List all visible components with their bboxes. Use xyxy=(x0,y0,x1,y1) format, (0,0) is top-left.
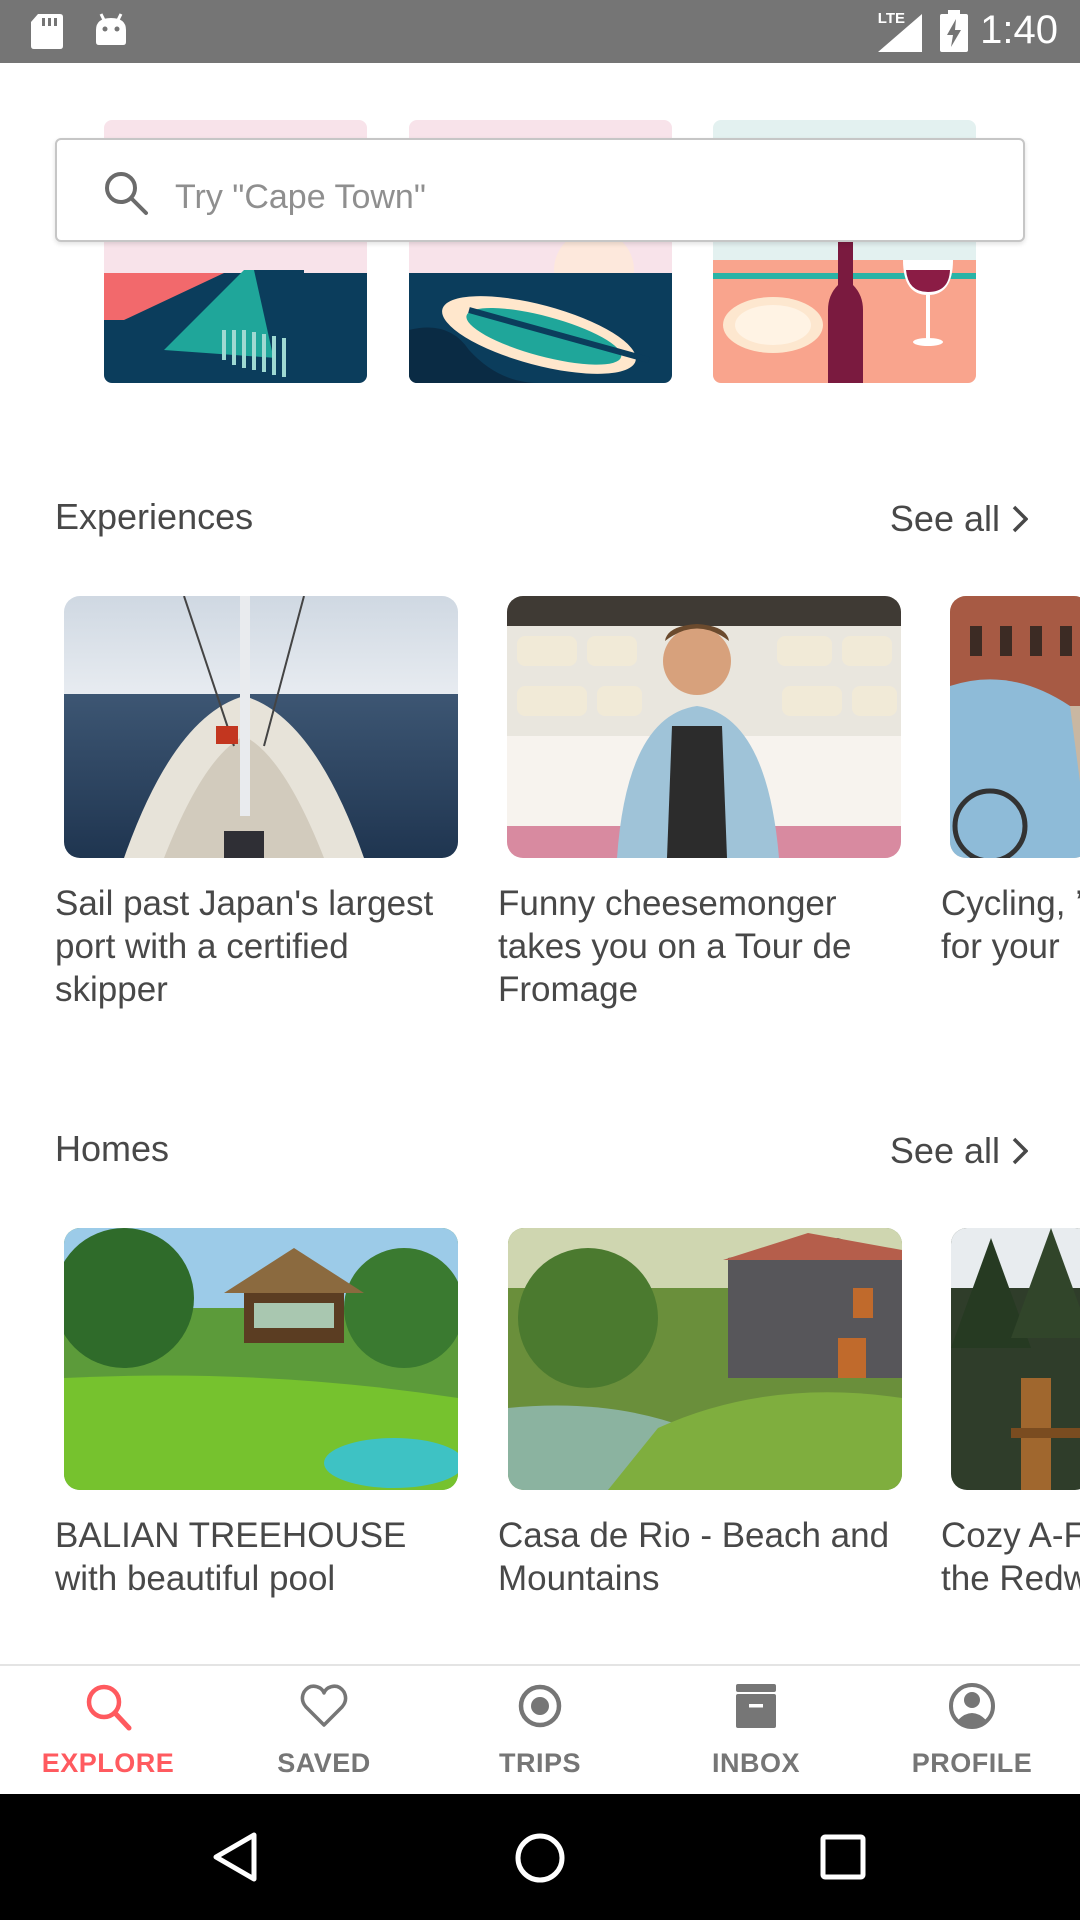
nav-inbox[interactable]: INBOX xyxy=(648,1666,864,1796)
nav-trips[interactable]: TRIPS xyxy=(432,1666,648,1796)
home-card-title[interactable]: Casa de Rio - Beach and Mountains xyxy=(498,1514,908,1600)
nav-label: PROFILE xyxy=(911,1748,1033,1778)
search-input[interactable]: Try "Cape Town" xyxy=(55,138,1025,242)
recents-square-icon[interactable] xyxy=(820,1834,866,1880)
experience-card-image[interactable] xyxy=(64,596,458,858)
experiences-see-all-link[interactable]: See all xyxy=(890,498,1028,540)
home-card-image[interactable] xyxy=(508,1228,902,1490)
clock: 1:40 xyxy=(980,8,1058,52)
android-icon xyxy=(96,13,126,45)
heart-icon xyxy=(300,1684,348,1727)
home-card-title-line: the Redw xyxy=(941,1559,1080,1598)
redwood-photo xyxy=(951,1228,1080,1490)
experience-card-title[interactable]: Funny cheesemonger takes you on a Tour d… xyxy=(498,882,908,1011)
trips-icon xyxy=(518,1684,562,1728)
treehouse-photo xyxy=(64,1228,458,1490)
signal-icon xyxy=(878,14,922,52)
search-icon xyxy=(105,172,148,215)
homes-heading: Homes xyxy=(55,1128,170,1169)
homes-see-all-link[interactable]: See all xyxy=(890,1130,1028,1172)
experience-card-title-line: Cycling, ’ xyxy=(941,884,1080,923)
home-card-title-line: Cozy A-F xyxy=(941,1516,1080,1555)
search-placeholder: Try "Cape Town" xyxy=(175,178,426,216)
sailboat-photo xyxy=(64,596,458,858)
chevron-right-icon xyxy=(1012,1137,1028,1165)
system-navigation-bar xyxy=(0,1794,1080,1920)
nav-label: INBOX xyxy=(711,1748,800,1778)
experience-card-image[interactable] xyxy=(950,596,1080,858)
cheesemonger-photo xyxy=(507,596,901,858)
stone-house-photo xyxy=(508,1228,902,1490)
see-all-label: See all xyxy=(889,498,1000,539)
experiences-heading: Experiences xyxy=(55,496,254,537)
experience-card-title[interactable]: Cycling, ’ for your xyxy=(941,882,1080,968)
cycling-photo xyxy=(950,596,1080,858)
home-card-image[interactable] xyxy=(64,1228,458,1490)
battery-charging-icon xyxy=(940,10,968,52)
experience-card-title[interactable]: Sail past Japan's largest port with a ce… xyxy=(55,882,465,1011)
see-all-label: See all xyxy=(889,1130,1000,1171)
profile-icon xyxy=(949,1683,995,1729)
inbox-icon xyxy=(736,1684,776,1728)
nav-profile[interactable]: PROFILE xyxy=(864,1666,1080,1796)
nav-label: TRIPS xyxy=(498,1748,581,1778)
nav-label: SAVED xyxy=(277,1748,371,1778)
chevron-right-icon xyxy=(1012,505,1028,533)
home-circle-icon[interactable] xyxy=(514,1832,566,1884)
sd-card-icon xyxy=(31,14,63,49)
home-card-title[interactable]: BALIAN TREEHOUSE with beautiful pool xyxy=(55,1514,465,1600)
back-icon[interactable] xyxy=(212,1832,258,1882)
status-bar: LTE 1:40 xyxy=(0,0,1080,63)
bottom-navigation: EXPLORE SAVED TRIPS INBOX PROFILE xyxy=(0,1664,1080,1794)
home-card-title[interactable]: Cozy A-F the Redw xyxy=(941,1514,1080,1600)
home-card-image[interactable] xyxy=(951,1228,1080,1490)
experience-card-image[interactable] xyxy=(507,596,901,858)
nav-explore[interactable]: EXPLORE xyxy=(0,1666,216,1796)
nav-label: EXPLORE xyxy=(41,1748,175,1778)
search-icon xyxy=(86,1684,132,1731)
nav-saved[interactable]: SAVED xyxy=(216,1666,432,1796)
experience-card-title-line: for your xyxy=(941,927,1060,966)
